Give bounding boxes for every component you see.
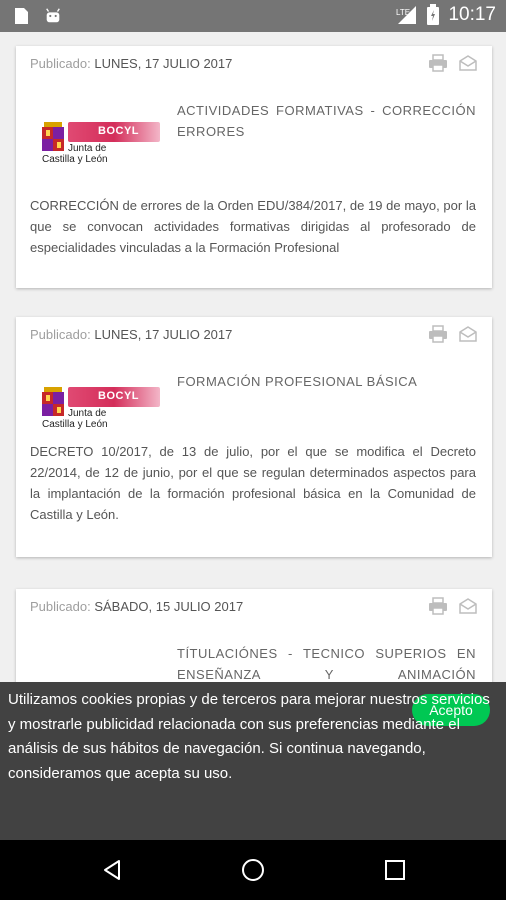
- article-title[interactable]: ACTIVIDADES FORMATIVAS - CORRECCIÓN ERRO…: [177, 100, 476, 142]
- back-icon[interactable]: [100, 858, 124, 882]
- junta-castilla-y-leon-logo: BOCYL Junta de Castilla y León: [42, 381, 167, 437]
- logo-line1: Junta de: [68, 408, 107, 419]
- clock: 10:17: [448, 4, 496, 25]
- published-label: Publicado:: [30, 327, 91, 342]
- article-card[interactable]: Publicado: LUNES, 17 JULIO 2017 BOCYL Ju…: [16, 46, 492, 288]
- article-body: CORRECCIÓN de errores de la Orden EDU/38…: [30, 198, 476, 255]
- published-date: LUNES, 17 JULIO 2017: [94, 56, 233, 71]
- coat-of-arms-icon: [42, 122, 64, 151]
- bocyl-band: BOCYL: [68, 122, 160, 142]
- article-title[interactable]: FORMACIÓN PROFESIONAL BÁSICA: [177, 371, 476, 392]
- email-icon[interactable]: [458, 325, 478, 343]
- print-icon[interactable]: [428, 325, 448, 343]
- network-label: LTE: [396, 8, 410, 17]
- published-row: Publicado: SÁBADO, 15 JULIO 2017: [30, 599, 243, 614]
- status-bar: LTE 10:17: [0, 0, 506, 32]
- battery-icon: [427, 4, 440, 25]
- published-date: LUNES, 17 JULIO 2017: [94, 327, 233, 342]
- article-title[interactable]: TÍTULACIÓNES - TECNICO SUPERIOS EN ENSEÑ…: [177, 643, 476, 682]
- lte-signal-icon: LTE: [396, 6, 417, 24]
- published-row: Publicado: LUNES, 17 JULIO 2017: [30, 327, 232, 342]
- article-body: DECRETO 10/2017, de 13 de julio, por el …: [30, 444, 476, 522]
- print-icon[interactable]: [428, 597, 448, 615]
- bocyl-label: BOCYL: [98, 125, 139, 137]
- print-icon[interactable]: [428, 54, 448, 72]
- published-label: Publicado:: [30, 599, 91, 614]
- navigation-bar: [0, 840, 506, 900]
- coat-of-arms-icon: [42, 387, 64, 416]
- bocyl-label: BOCYL: [98, 390, 139, 402]
- android-icon: [46, 8, 60, 23]
- recents-icon[interactable]: [383, 858, 407, 882]
- published-label: Publicado:: [30, 56, 91, 71]
- junta-castilla-y-leon-logo: BOCYL Junta de Castilla y León: [42, 116, 167, 172]
- sd-card-icon: [15, 8, 28, 24]
- published-row: Publicado: LUNES, 17 JULIO 2017: [30, 56, 232, 71]
- logo-line2: Castilla y León: [42, 154, 108, 165]
- home-icon[interactable]: [241, 858, 265, 882]
- published-date: SÁBADO, 15 JULIO 2017: [94, 599, 244, 614]
- email-icon[interactable]: [458, 54, 478, 72]
- cookie-text: Utilizamos cookies propias y de terceros…: [8, 691, 490, 782]
- cookie-banner: Acepto Utilizamos cookies propias y de t…: [0, 682, 506, 840]
- logo-line2: Castilla y León: [42, 419, 108, 430]
- article-card[interactable]: Publicado: SÁBADO, 15 JULIO 2017 TÍTULAC…: [16, 589, 492, 682]
- logo-line1: Junta de: [68, 143, 107, 154]
- article-list[interactable]: Publicado: LUNES, 17 JULIO 2017 BOCYL Ju…: [0, 32, 506, 682]
- email-icon[interactable]: [458, 597, 478, 615]
- bocyl-band: BOCYL: [68, 387, 160, 407]
- article-card[interactable]: Publicado: LUNES, 17 JULIO 2017 BOCYL Ju…: [16, 317, 492, 557]
